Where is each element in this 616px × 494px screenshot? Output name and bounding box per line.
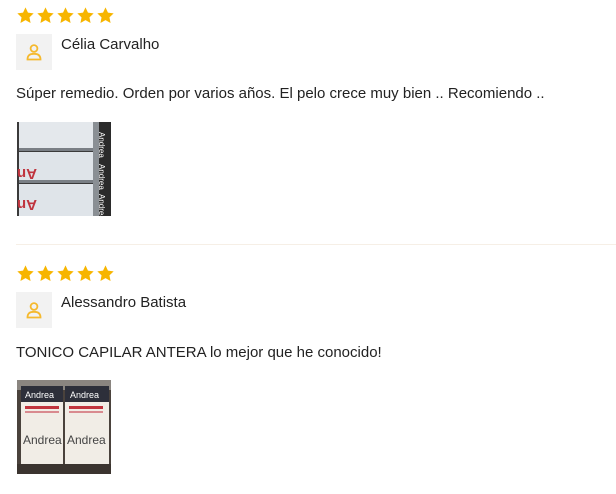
star-rating — [16, 264, 115, 283]
photo-label: Andrea — [67, 433, 106, 447]
photo-label: Andrea — [97, 194, 106, 216]
star-icon — [97, 265, 114, 281]
avatar — [16, 292, 52, 328]
photo-label: Andrea — [23, 433, 62, 447]
product-boxes-image: Andrea Andrea Andrea Andrea — [17, 380, 111, 474]
photo-label: Andrea — [70, 390, 99, 400]
star-icon — [77, 7, 94, 23]
star-icon — [17, 7, 34, 23]
star-icon — [57, 7, 74, 23]
star-icon — [37, 265, 54, 281]
user-icon — [26, 44, 42, 61]
photo-label: Andrea — [97, 164, 106, 190]
product-boxes-image: Andrea Andrea Andrea Andrea Andrea — [17, 122, 111, 216]
review-photo[interactable]: Andrea Andrea Andrea Andrea — [17, 380, 111, 474]
review-text: TONICO CAPILAR ANTERA lo mejor que he co… — [16, 344, 382, 361]
photo-label: Andrea — [25, 390, 54, 400]
star-rating — [16, 6, 115, 25]
review-divider — [16, 244, 616, 245]
star-icon — [37, 7, 54, 23]
review-author: Célia Carvalho — [61, 36, 160, 53]
star-icon — [77, 265, 94, 281]
user-icon — [26, 302, 42, 319]
photo-label: Andrea — [17, 165, 37, 182]
avatar — [16, 34, 52, 70]
star-icon — [97, 7, 114, 23]
photo-label: Andrea — [97, 132, 106, 158]
photo-label: Andrea — [17, 196, 37, 213]
review-author: Alessandro Batista — [61, 294, 187, 311]
review-photo[interactable]: Andrea Andrea Andrea Andrea Andrea — [17, 122, 111, 216]
review-text: Súper remedio. Orden por varios años. El… — [16, 85, 545, 102]
star-icon — [57, 265, 74, 281]
star-icon — [17, 265, 34, 281]
